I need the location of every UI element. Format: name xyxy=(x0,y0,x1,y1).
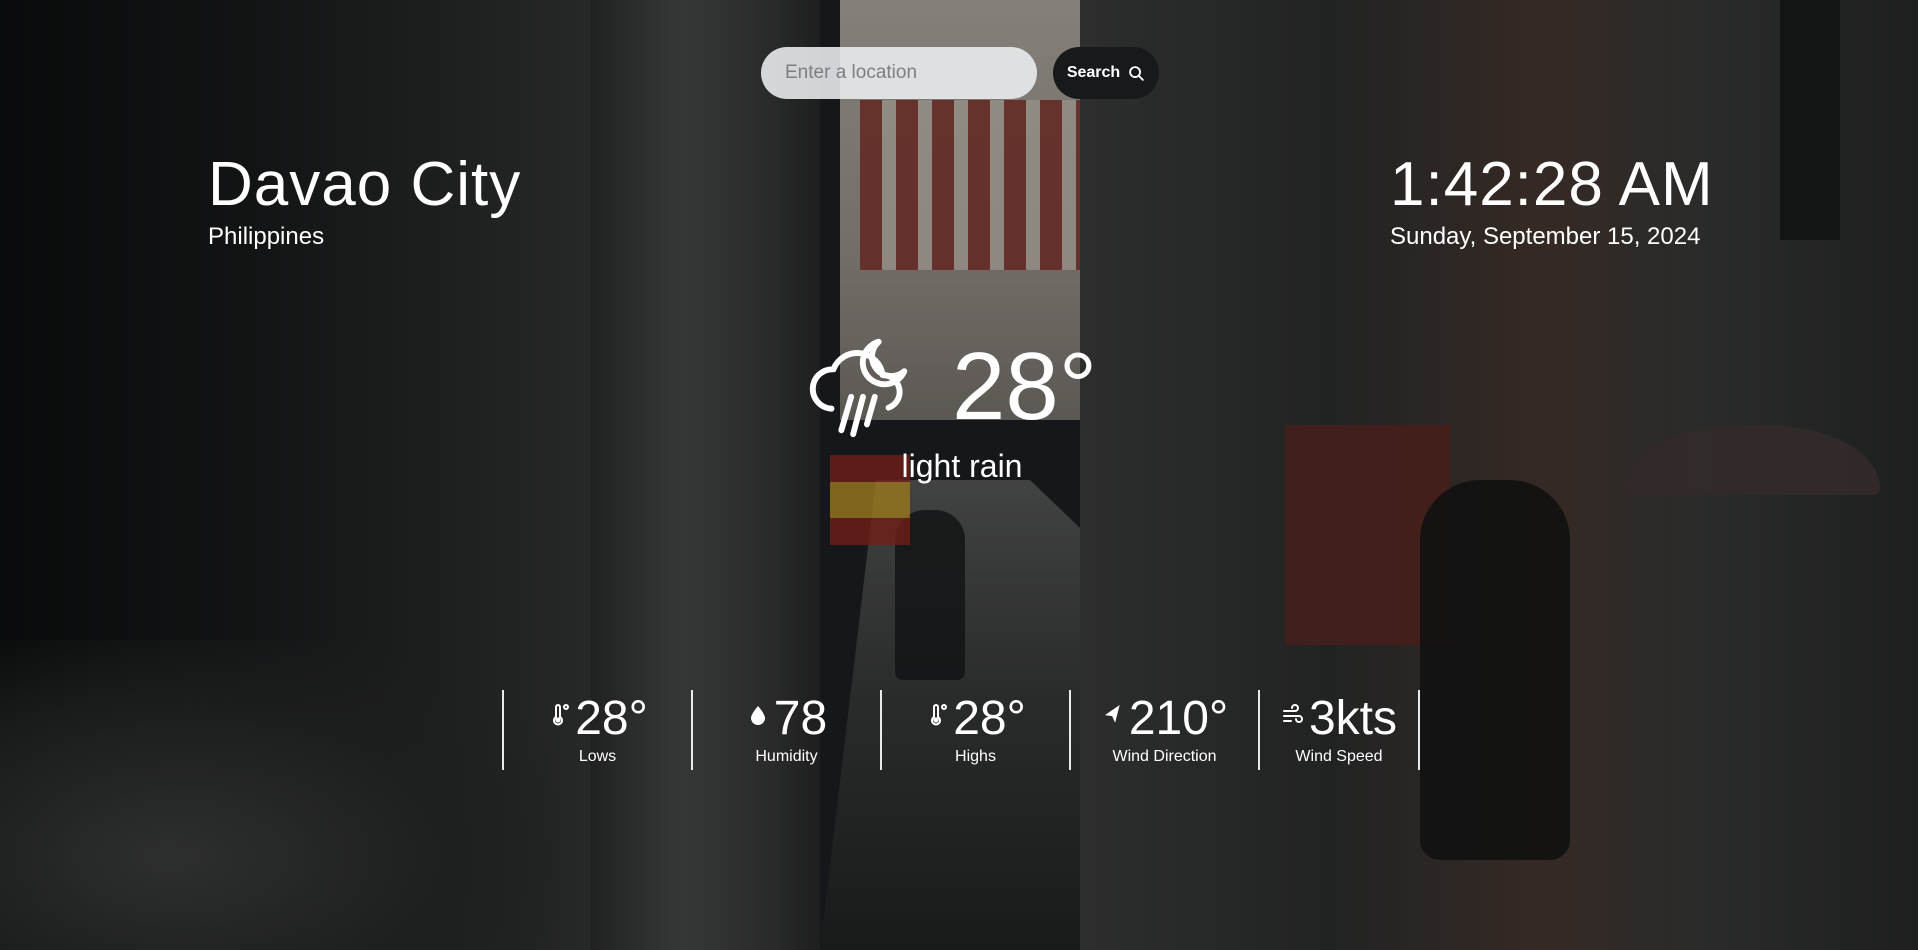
weather-stats: 28° Lows 78 Humidity 28° Highs 210° Wind… xyxy=(502,690,1420,770)
country-name: Philippines xyxy=(208,223,325,250)
stat-highs: 28° Highs xyxy=(880,690,1069,770)
current-weather: 28° light rain xyxy=(802,328,1122,486)
stat-humidity-value: 78 xyxy=(773,692,828,745)
clock-block: 1:42:28 AM Sunday, September 15, 2024 xyxy=(1390,150,1714,252)
thermometer-icon xyxy=(931,704,948,726)
search-bar: Search xyxy=(761,47,1159,99)
stat-humidity: 78 Humidity xyxy=(691,690,880,770)
current-temperature: 28° xyxy=(952,333,1098,440)
stat-lows: 28° Lows xyxy=(502,690,691,770)
droplet-icon xyxy=(750,706,765,725)
stat-highs-label: Highs xyxy=(955,748,996,765)
stat-wind-speed-value: 3kts xyxy=(1308,692,1398,745)
current-date: Sunday, September 15, 2024 xyxy=(1390,223,1701,250)
search-button-label: Search xyxy=(1066,64,1121,81)
search-button[interactable]: Search xyxy=(1053,47,1159,99)
stat-wind-direction: 210° Wind Direction xyxy=(1069,690,1258,770)
weather-description: light rain xyxy=(901,448,1023,484)
stat-wind-direction-label: Wind Direction xyxy=(1112,748,1217,765)
stat-wind-direction-value: 210° xyxy=(1128,692,1229,745)
stat-highs-value: 28° xyxy=(953,692,1026,745)
stat-lows-label: Lows xyxy=(578,748,617,765)
search-icon xyxy=(1129,65,1144,81)
search-input[interactable] xyxy=(761,47,1037,99)
stat-lows-value: 28° xyxy=(575,692,648,745)
stat-wind-speed-label: Wind Speed xyxy=(1295,748,1383,765)
city-name: Davao City xyxy=(208,150,522,219)
navigation-arrow-icon xyxy=(1104,704,1120,723)
rain-cloud-moon-icon xyxy=(809,338,908,438)
current-time: 1:42:28 AM xyxy=(1390,150,1714,219)
location-block: Davao City Philippines xyxy=(208,150,521,252)
stat-humidity-label: Humidity xyxy=(755,748,818,765)
thermometer-icon xyxy=(553,704,570,726)
wind-icon xyxy=(1282,704,1303,723)
stat-wind-speed: 3kts Wind Speed xyxy=(1258,690,1420,770)
